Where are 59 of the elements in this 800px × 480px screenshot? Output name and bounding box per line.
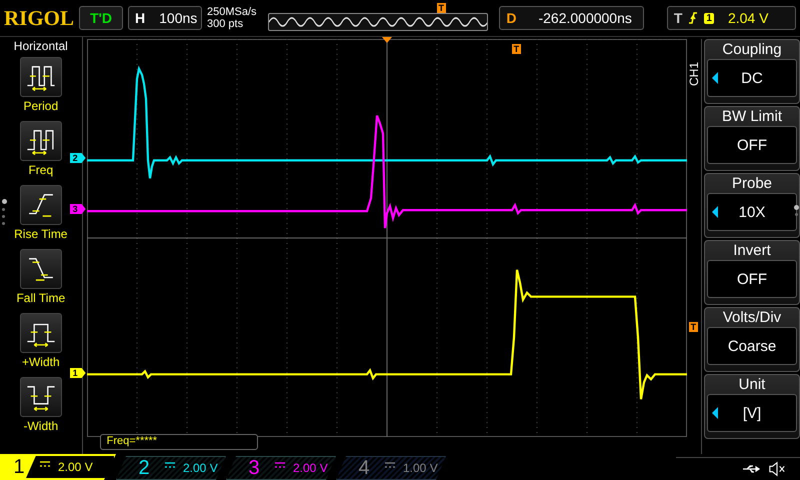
dc-coupling-icon xyxy=(385,462,395,468)
menu-title: Horizontal xyxy=(14,39,68,53)
page-indicator xyxy=(2,199,7,225)
timebase-field[interactable]: H 100ns xyxy=(128,6,202,30)
measure-label: +Width xyxy=(22,355,60,369)
menu-value-field[interactable]: 10X xyxy=(707,193,797,231)
measure-button[interactable] xyxy=(20,185,62,225)
frequency-readout: Freq=***** xyxy=(100,434,258,450)
trigger-position-marker: T xyxy=(436,3,446,13)
run-status: T'D xyxy=(79,6,124,30)
menu-item-title: Invert xyxy=(733,241,771,260)
menu-item[interactable]: Unit [V] xyxy=(704,374,800,439)
menu-item-title: BW Limit xyxy=(722,107,782,126)
center-marker-icon xyxy=(382,37,392,43)
measure-label: Freq xyxy=(28,163,54,177)
menu-item[interactable]: Probe 10X xyxy=(704,173,800,238)
measure-label: -Width xyxy=(23,419,58,433)
menu-value-field[interactable]: Coarse xyxy=(707,327,797,365)
dc-coupling-icon xyxy=(275,462,285,468)
channel-marker[interactable]: 2 xyxy=(70,153,86,163)
measure-label: Rise Time xyxy=(14,227,68,241)
channel-marker[interactable]: 1 xyxy=(70,368,86,378)
memory-depth: 300 pts xyxy=(207,18,244,30)
menu-item-title: Unit xyxy=(738,375,766,394)
trigger-field[interactable]: T 1 2.04 V xyxy=(666,6,796,30)
menu-item[interactable]: Coupling DC xyxy=(704,39,800,104)
measure-button[interactable] xyxy=(20,249,62,289)
channel-marker[interactable]: 3 xyxy=(70,204,86,214)
menu-item-title: Volts/Div xyxy=(722,308,782,327)
channel-label: CH1 xyxy=(687,62,701,86)
rising-edge-icon xyxy=(688,11,698,25)
menu-value-field[interactable]: DC xyxy=(707,59,797,97)
sample-rate: 250MSa/s xyxy=(207,6,257,18)
menu-value-field[interactable]: OFF xyxy=(707,260,797,298)
brand-logo: RIGOL xyxy=(4,6,74,30)
menu-item[interactable]: Invert OFF xyxy=(704,240,800,305)
dc-coupling-icon xyxy=(40,461,50,467)
speaker-muted-icon xyxy=(768,461,786,477)
channel-tab[interactable]: 1 2.00 V xyxy=(0,454,116,480)
menu-item[interactable]: BW Limit OFF xyxy=(704,106,800,171)
trigger-level-marker[interactable]: T xyxy=(688,322,698,332)
menu-item[interactable]: Volts/Div Coarse xyxy=(704,307,800,372)
measure-button[interactable] xyxy=(20,121,62,161)
channel-tab[interactable]: 3 2.00 V xyxy=(226,456,336,480)
menu-item-title: Coupling xyxy=(722,40,782,59)
measure-label: Period xyxy=(23,99,58,113)
measure-button[interactable] xyxy=(20,377,62,417)
dc-coupling-icon xyxy=(165,462,175,468)
measure-button[interactable] xyxy=(20,57,62,97)
channel-tab[interactable]: 2 2.00 V xyxy=(116,456,226,480)
delay-field[interactable]: D -262.000000ns xyxy=(499,6,644,30)
measure-label: Fall Time xyxy=(16,291,66,305)
channel-tab[interactable]: 4 1.00 V xyxy=(336,456,446,480)
menu-value-field[interactable]: [V] xyxy=(707,394,797,432)
menu-value-field[interactable]: OFF xyxy=(707,126,797,164)
menu-item-title: Probe xyxy=(732,174,772,193)
usb-icon xyxy=(742,464,762,474)
page-indicator xyxy=(794,205,799,216)
measure-button[interactable] xyxy=(20,313,62,353)
